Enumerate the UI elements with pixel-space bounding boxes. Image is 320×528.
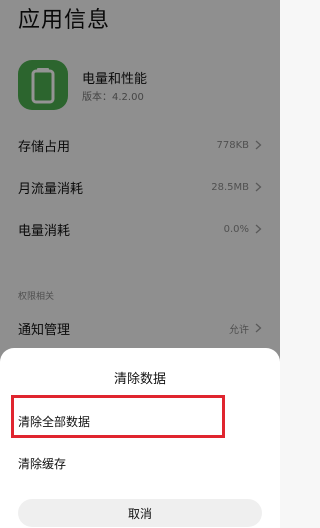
sheet-title: 清除数据 xyxy=(113,372,166,387)
clear-cache-option[interactable]: 清除缓存 xyxy=(18,449,258,477)
cancel-button[interactable]: 取消 xyxy=(18,499,262,527)
highlight-box xyxy=(11,395,225,438)
